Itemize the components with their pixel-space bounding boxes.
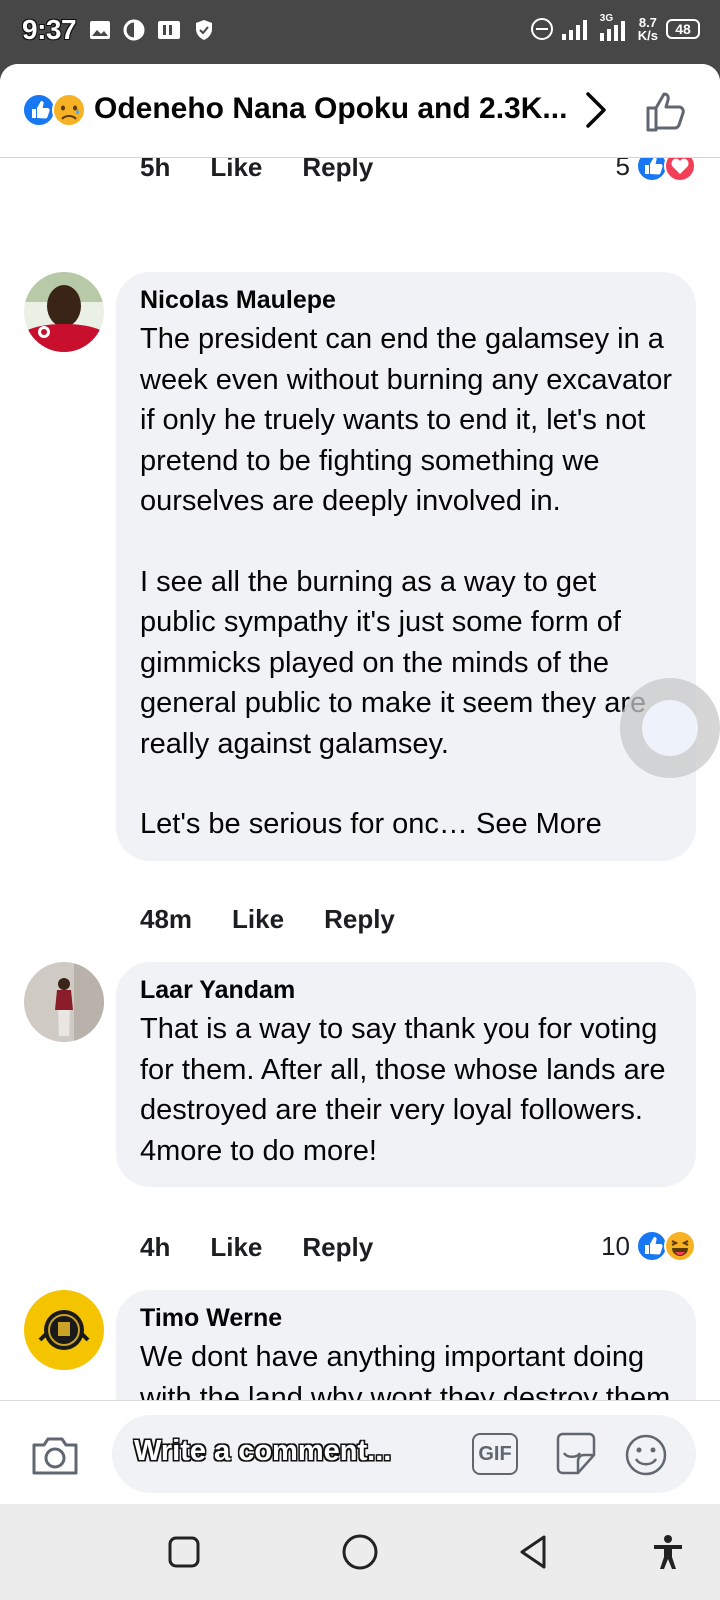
- love-reaction-icon: [664, 158, 696, 182]
- notification-icons: [88, 18, 216, 42]
- reply-link[interactable]: Reply: [324, 904, 395, 935]
- avatar[interactable]: [24, 1290, 104, 1370]
- comment-author[interactable]: Nicolas Maulepe: [140, 286, 672, 315]
- comment-reactions-previous[interactable]: 5: [616, 158, 696, 182]
- network-type: 3G: [599, 13, 614, 24]
- avatar[interactable]: [24, 272, 104, 352]
- comment-composer: Write a comment... GIF: [0, 1400, 720, 1504]
- do-not-disturb-icon: [530, 18, 553, 40]
- comment-input[interactable]: Write a comment... GIF: [112, 1415, 696, 1493]
- comment-time: 4h: [140, 1232, 171, 1262]
- status-time: 9:37: [22, 14, 77, 45]
- see-more-link[interactable]: See More: [476, 808, 602, 840]
- reaction-count: 10: [601, 1230, 630, 1261]
- status-bar: 9:37 3G 8.7 K/s 48: [0, 0, 720, 64]
- like-outline-icon[interactable]: [644, 90, 688, 134]
- comment-reactions[interactable]: 10: [601, 1230, 696, 1262]
- network-speed: 8.7 K/s: [638, 16, 658, 42]
- comment-actions: 48m Like Reply: [140, 904, 435, 935]
- comment-paragraph: I see all the burning as a way to get pu…: [140, 565, 646, 760]
- comments-header: Odeneho Nana Opoku and 2.3K...: [0, 64, 720, 158]
- shield-notification-icon: [196, 20, 212, 40]
- reaction-count: 5: [615, 158, 630, 181]
- like-link[interactable]: Like: [210, 1232, 262, 1263]
- system-icons: 3G 8.7 K/s 48: [530, 13, 700, 42]
- assistive-touch-inner: [642, 700, 698, 756]
- haha-reaction-icon: [664, 1230, 696, 1262]
- camera-icon[interactable]: [30, 1433, 80, 1477]
- assistive-touch-button[interactable]: [620, 678, 720, 778]
- comment-time: 5h: [140, 158, 171, 182]
- comment-paragraph: The president can end the galamsey in a …: [140, 323, 681, 517]
- network-speed-unit: K/s: [637, 28, 658, 43]
- like-link[interactable]: Like: [210, 158, 262, 183]
- comment-truncated-line: Let's be serious for onc… See More: [140, 804, 672, 845]
- comment-bubble[interactable]: Nicolas Maulepe The president can end th…: [116, 272, 696, 861]
- reply-link[interactable]: Reply: [302, 158, 373, 183]
- comment-bubble[interactable]: Laar Yandam That is a way to say thank y…: [116, 962, 696, 1187]
- signal-3g-icon: 3G: [599, 13, 630, 41]
- signal-icon: [561, 20, 587, 40]
- comment-placeholder: Write a comment...: [134, 1435, 392, 1467]
- home-icon[interactable]: [340, 1532, 380, 1572]
- back-icon[interactable]: [514, 1532, 554, 1572]
- recents-icon[interactable]: [164, 1532, 204, 1572]
- battery-indicator: 48: [666, 19, 700, 39]
- chevron-right-icon[interactable]: [582, 90, 610, 130]
- comment-actions-previous: 5h Like Reply: [140, 158, 413, 183]
- system-nav-bar: [0, 1504, 720, 1600]
- gallery-notification-icon: [90, 21, 110, 39]
- gif-button[interactable]: GIF: [472, 1433, 518, 1475]
- sticker-icon[interactable]: [552, 1431, 600, 1477]
- reply-link[interactable]: Reply: [302, 1232, 373, 1263]
- comment-author[interactable]: Laar Yandam: [140, 976, 672, 1005]
- comment-truncated-text: Let's be serious for onc…: [140, 808, 468, 840]
- comment-actions: 4h Like Reply: [140, 1232, 413, 1263]
- app-notification-icon: [123, 19, 145, 41]
- accessibility-icon[interactable]: [648, 1532, 688, 1572]
- emoji-icon[interactable]: [624, 1433, 668, 1477]
- pdf-notification-icon: [158, 21, 180, 39]
- comments-sheet: Odeneho Nana Opoku and 2.3K... 5h Like R…: [0, 64, 720, 1600]
- comment-text: The president can end the galamsey in a …: [140, 319, 672, 845]
- comment-author[interactable]: Timo Werne: [140, 1304, 672, 1333]
- comment-text: That is a way to say thank you for votin…: [140, 1013, 674, 1167]
- like-link[interactable]: Like: [232, 904, 284, 935]
- reaction-summary-icons[interactable]: [22, 92, 92, 128]
- reactions-title[interactable]: Odeneho Nana Opoku and 2.3K...: [94, 92, 574, 126]
- comment-time: 48m: [140, 904, 193, 934]
- avatar[interactable]: [24, 962, 104, 1042]
- comments-feed[interactable]: 5h Like Reply 5 Nicolas Maulepe The pres…: [0, 158, 720, 1464]
